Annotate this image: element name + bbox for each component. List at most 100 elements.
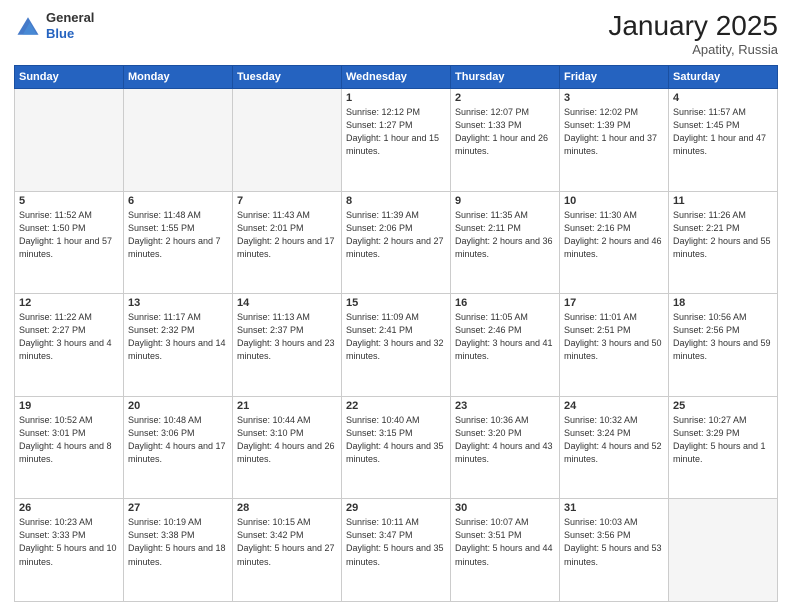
day-detail: Sunrise: 11:30 AM Sunset: 2:16 PM Daylig… <box>564 209 664 261</box>
col-header-tuesday: Tuesday <box>233 66 342 89</box>
calendar-cell: 31 Sunrise: 10:03 AM Sunset: 3:56 PM Dayl… <box>560 499 669 602</box>
day-number: 28 <box>237 502 337 514</box>
day-detail: Sunrise: 12:07 PM Sunset: 1:33 PM Daylig… <box>455 106 555 158</box>
week-row-4: 26Sunrise: 10:23 AM Sunset: 3:33 PM Dayl… <box>15 499 778 602</box>
day-detail: Sunrise: 10:44 AM Sunset: 3:10 PM Daylig… <box>237 414 337 466</box>
day-detail: Sunrise: 10:19 AM Sunset: 3:38 PM Daylig… <box>128 516 228 568</box>
day-detail: Sunrise: 10:03 AM Sunset: 3:56 PM Daylig… <box>564 516 664 568</box>
day-number: 6 <box>128 195 228 207</box>
calendar-cell: 5 Sunrise: 11:52 AM Sunset: 1:50 PM Dayli… <box>15 191 124 294</box>
calendar-cell: 12Sunrise: 11:22 AM Sunset: 2:27 PM Dayl… <box>15 294 124 397</box>
day-number: 30 <box>455 502 555 514</box>
calendar-header-row: SundayMondayTuesdayWednesdayThursdayFrid… <box>15 66 778 89</box>
calendar-cell <box>233 89 342 192</box>
day-number: 25 <box>673 400 773 412</box>
day-detail: Sunrise: 10:32 AM Sunset: 3:24 PM Daylig… <box>564 414 664 466</box>
logo-icon <box>14 12 42 40</box>
day-detail: Sunrise: 10:36 AM Sunset: 3:20 PM Daylig… <box>455 414 555 466</box>
page: General Blue January 2025 Apatity, Russi… <box>0 0 792 612</box>
calendar-cell: 11 Sunrise: 11:26 AM Sunset: 2:21 PM Dayl… <box>669 191 778 294</box>
day-detail: Sunrise: 10:52 AM Sunset: 3:01 PM Daylig… <box>19 414 119 466</box>
col-header-saturday: Saturday <box>669 66 778 89</box>
col-header-monday: Monday <box>124 66 233 89</box>
day-detail: Sunrise: 11:39 AM Sunset: 2:06 PM Daylig… <box>346 209 446 261</box>
logo-general-text: General <box>46 10 94 26</box>
calendar-table: SundayMondayTuesdayWednesdayThursdayFrid… <box>14 65 778 602</box>
day-detail: Sunrise: 11:01 AM Sunset: 2:51 PM Daylig… <box>564 311 664 363</box>
day-number: 3 <box>564 92 664 104</box>
day-number: 27 <box>128 502 228 514</box>
calendar-cell <box>669 499 778 602</box>
week-row-1: 5 Sunrise: 11:52 AM Sunset: 1:50 PM Dayli… <box>15 191 778 294</box>
calendar-cell: 3Sunrise: 12:02 PM Sunset: 1:39 PM Dayli… <box>560 89 669 192</box>
header: General Blue January 2025 Apatity, Russi… <box>14 10 778 57</box>
day-detail: Sunrise: 11:22 AM Sunset: 2:27 PM Daylig… <box>19 311 119 363</box>
day-detail: Sunrise: 11:57 AM Sunset: 1:45 PM Daylig… <box>673 106 773 158</box>
day-number: 15 <box>346 297 446 309</box>
day-detail: Sunrise: 11:26 AM Sunset: 2:21 PM Daylig… <box>673 209 773 261</box>
calendar-title: January 2025 <box>608 10 778 42</box>
day-number: 19 <box>19 400 119 412</box>
calendar-cell: 30Sunrise: 10:07 AM Sunset: 3:51 PM Dayl… <box>451 499 560 602</box>
week-row-2: 12Sunrise: 11:22 AM Sunset: 2:27 PM Dayl… <box>15 294 778 397</box>
calendar-cell: 29Sunrise: 10:11 AM Sunset: 3:47 PM Dayl… <box>342 499 451 602</box>
calendar-cell: 6 Sunrise: 11:48 AM Sunset: 1:55 PM Dayli… <box>124 191 233 294</box>
calendar-cell: 25 Sunrise: 10:27 AM Sunset: 3:29 PM Dayl… <box>669 396 778 499</box>
day-number: 18 <box>673 297 773 309</box>
calendar-cell: 28Sunrise: 10:15 AM Sunset: 3:42 PM Dayl… <box>233 499 342 602</box>
day-number: 17 <box>564 297 664 309</box>
calendar-location: Apatity, Russia <box>608 42 778 57</box>
col-header-wednesday: Wednesday <box>342 66 451 89</box>
day-detail: Sunrise: 11:05 AM Sunset: 2:46 PM Daylig… <box>455 311 555 363</box>
day-number: 11 <box>673 195 773 207</box>
day-number: 22 <box>346 400 446 412</box>
day-detail: Sunrise: 11:09 AM Sunset: 2:41 PM Daylig… <box>346 311 446 363</box>
day-number: 13 <box>128 297 228 309</box>
calendar-cell: 19 Sunrise: 10:52 AM Sunset: 3:01 PM Dayl… <box>15 396 124 499</box>
calendar-cell: 10Sunrise: 11:30 AM Sunset: 2:16 PM Dayl… <box>560 191 669 294</box>
day-number: 31 <box>564 502 664 514</box>
day-detail: Sunrise: 10:48 AM Sunset: 3:06 PM Daylig… <box>128 414 228 466</box>
calendar-cell: 18Sunrise: 10:56 AM Sunset: 2:56 PM Dayl… <box>669 294 778 397</box>
calendar-cell: 23 Sunrise: 10:36 AM Sunset: 3:20 PM Dayl… <box>451 396 560 499</box>
day-detail: Sunrise: 10:40 AM Sunset: 3:15 PM Daylig… <box>346 414 446 466</box>
day-number: 4 <box>673 92 773 104</box>
calendar-cell: 17 Sunrise: 11:01 AM Sunset: 2:51 PM Dayl… <box>560 294 669 397</box>
calendar-cell: 13Sunrise: 11:17 AM Sunset: 2:32 PM Dayl… <box>124 294 233 397</box>
day-number: 9 <box>455 195 555 207</box>
title-block: January 2025 Apatity, Russia <box>608 10 778 57</box>
calendar-cell: 8Sunrise: 11:39 AM Sunset: 2:06 PM Dayli… <box>342 191 451 294</box>
calendar-cell: 27 Sunrise: 10:19 AM Sunset: 3:38 PM Dayl… <box>124 499 233 602</box>
day-number: 26 <box>19 502 119 514</box>
day-detail: Sunrise: 11:35 AM Sunset: 2:11 PM Daylig… <box>455 209 555 261</box>
day-number: 5 <box>19 195 119 207</box>
day-detail: Sunrise: 11:52 AM Sunset: 1:50 PM Daylig… <box>19 209 119 261</box>
calendar-cell: 7Sunrise: 11:43 AM Sunset: 2:01 PM Dayli… <box>233 191 342 294</box>
logo-blue-text: Blue <box>46 26 94 42</box>
day-number: 14 <box>237 297 337 309</box>
logo-text: General Blue <box>46 10 94 41</box>
calendar-cell: 26Sunrise: 10:23 AM Sunset: 3:33 PM Dayl… <box>15 499 124 602</box>
day-detail: Sunrise: 11:43 AM Sunset: 2:01 PM Daylig… <box>237 209 337 261</box>
day-detail: Sunrise: 11:13 AM Sunset: 2:37 PM Daylig… <box>237 311 337 363</box>
col-header-sunday: Sunday <box>15 66 124 89</box>
calendar-cell: 20 Sunrise: 10:48 AM Sunset: 3:06 PM Dayl… <box>124 396 233 499</box>
calendar-cell: 1Sunrise: 12:12 PM Sunset: 1:27 PM Dayli… <box>342 89 451 192</box>
logo: General Blue <box>14 10 94 41</box>
day-number: 23 <box>455 400 555 412</box>
calendar-cell: 21 Sunrise: 10:44 AM Sunset: 3:10 PM Dayl… <box>233 396 342 499</box>
calendar-cell: 22 Sunrise: 10:40 AM Sunset: 3:15 PM Dayl… <box>342 396 451 499</box>
day-number: 29 <box>346 502 446 514</box>
day-detail: Sunrise: 12:12 PM Sunset: 1:27 PM Daylig… <box>346 106 446 158</box>
day-number: 16 <box>455 297 555 309</box>
calendar-cell <box>15 89 124 192</box>
calendar-cell: 2Sunrise: 12:07 PM Sunset: 1:33 PM Dayli… <box>451 89 560 192</box>
calendar-cell: 16 Sunrise: 11:05 AM Sunset: 2:46 PM Dayl… <box>451 294 560 397</box>
day-number: 21 <box>237 400 337 412</box>
day-detail: Sunrise: 10:27 AM Sunset: 3:29 PM Daylig… <box>673 414 773 466</box>
col-header-thursday: Thursday <box>451 66 560 89</box>
day-detail: Sunrise: 11:48 AM Sunset: 1:55 PM Daylig… <box>128 209 228 261</box>
col-header-friday: Friday <box>560 66 669 89</box>
week-row-0: 1Sunrise: 12:12 PM Sunset: 1:27 PM Dayli… <box>15 89 778 192</box>
day-number: 20 <box>128 400 228 412</box>
